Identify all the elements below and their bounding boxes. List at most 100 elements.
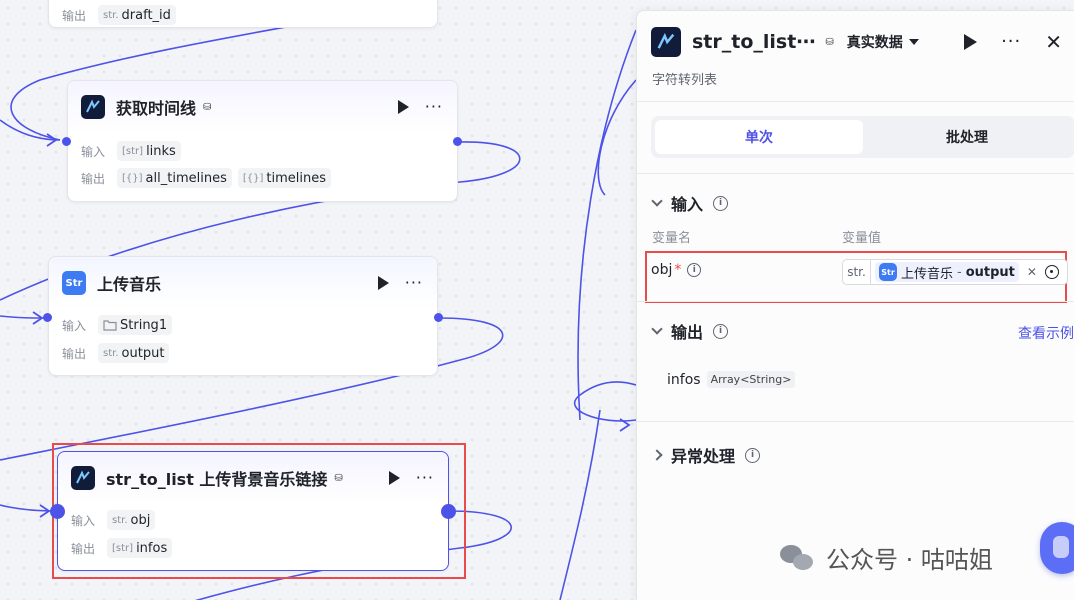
error-handling-section-header[interactable]: 异常处理 i	[651, 443, 761, 467]
info-icon[interactable]: i	[687, 263, 702, 277]
input-variable-row: obj * i str. Str 上传音乐 - output ✕	[651, 259, 1074, 285]
output-section-title: 输出	[671, 323, 704, 342]
input-section-title: 输入	[671, 195, 704, 214]
array-object-type-icon: [{}]	[242, 172, 264, 184]
ref-separator: -	[957, 264, 962, 280]
info-icon[interactable]: i	[713, 323, 729, 339]
tab-batch[interactable]: 批处理	[863, 120, 1071, 154]
required-mark: *	[674, 262, 682, 278]
panel-header: str_to_list⋯ ⛁ 真实数据 ··· ✕	[651, 27, 1062, 57]
run-node-button[interactable]	[397, 100, 409, 114]
floating-assistant-button[interactable]	[1040, 522, 1074, 574]
column-var-name: 变量名	[652, 231, 692, 246]
divider	[637, 101, 1074, 102]
wechat-icon	[780, 543, 816, 573]
node-get-timeline[interactable]: 获取时间线 ⛁ ··· 输入 [str] links 输出 [{}] all_t…	[67, 80, 458, 202]
output-label: 输出	[81, 171, 106, 186]
node-header: str_to_list 上传背景音乐链接 ⛁ ···	[58, 452, 448, 504]
output-label: 输出	[62, 8, 87, 23]
output-section-header[interactable]: 输出 i	[651, 319, 729, 343]
more-options-icon[interactable]: ···	[416, 470, 434, 486]
watermark-text: 公众号 · 咕咕姐	[826, 546, 993, 574]
input-port[interactable]	[62, 137, 71, 146]
str-type-icon: str.	[843, 260, 871, 284]
node-header: Str 上传音乐 ···	[49, 257, 437, 309]
input-label: 输入	[62, 318, 87, 333]
target-picker-icon[interactable]	[1044, 265, 1059, 279]
plugin-logo-icon	[81, 95, 105, 119]
input-label: 输入	[71, 513, 96, 528]
data-mode-dropdown[interactable]: 真实数据	[847, 32, 919, 52]
output-value: infos	[136, 540, 168, 556]
node-title: str_to_list 上传背景音乐链接	[106, 470, 328, 489]
error-section-title: 异常处理	[671, 447, 736, 466]
variable-reference-tag[interactable]: Str 上传音乐 - output	[875, 262, 1019, 282]
run-button[interactable]	[964, 34, 978, 50]
panel-title: str_to_list⋯	[692, 31, 816, 53]
more-options-icon[interactable]: ···	[405, 275, 423, 291]
caret-down-icon	[908, 39, 919, 45]
array-str-type-icon: [str]	[112, 542, 134, 554]
array-object-type-icon: [{}]	[122, 172, 143, 184]
run-mode-tabs: 单次 批处理	[651, 116, 1074, 158]
output-port[interactable]	[434, 313, 443, 322]
str-type-icon: str.	[103, 9, 119, 21]
output-label: 输出	[71, 541, 96, 556]
more-options-icon[interactable]: ···	[425, 99, 443, 115]
node-header: 获取时间线 ⛁ ···	[68, 81, 457, 133]
info-icon[interactable]: i	[745, 447, 761, 463]
input-value: String1	[120, 317, 168, 333]
view-example-link[interactable]: 查看示例	[1018, 323, 1074, 343]
variable-name-text: obj	[651, 262, 673, 278]
output-value: draft_id	[121, 7, 171, 23]
str-plugin-icon: Str	[62, 271, 86, 295]
variable-name: obj * i	[651, 262, 702, 278]
plugin-logo-icon	[71, 466, 95, 490]
input-section-header[interactable]: 输入 i	[651, 191, 729, 215]
chevron-right-icon	[651, 449, 663, 461]
node-title: 上传音乐	[97, 275, 162, 294]
input-value: obj	[130, 512, 151, 528]
array-str-type-icon: [str]	[122, 145, 144, 157]
output-chip: [{}] timelines	[237, 168, 331, 188]
run-node-button[interactable]	[377, 276, 389, 290]
output-variable-row: infos Array<String>	[667, 371, 796, 388]
clear-reference-icon[interactable]: ✕	[1027, 265, 1037, 279]
input-label: 输入	[81, 144, 106, 159]
output-port[interactable]	[441, 504, 456, 519]
output-port[interactable]	[453, 137, 462, 146]
input-port[interactable]	[43, 313, 52, 322]
output-chip: [str] infos	[107, 538, 173, 558]
divider	[637, 421, 1074, 422]
plugin-store-icon: ⛁	[825, 36, 834, 48]
ref-node-name: 上传音乐	[901, 266, 954, 282]
output-chip: str. output	[98, 343, 170, 363]
info-icon[interactable]: i	[713, 195, 729, 211]
input-chip: String1	[98, 315, 173, 335]
run-node-button[interactable]	[388, 471, 400, 485]
output-chip: [{}] all_timelines	[117, 168, 232, 188]
input-chip: [str] links	[117, 141, 181, 161]
output-chip: str. draft_id	[98, 5, 176, 25]
input-port[interactable]	[50, 504, 65, 519]
node-upload-music[interactable]: Str 上传音乐 ··· 输入 String1 输出 str. output	[48, 256, 438, 376]
input-chip: str. obj	[107, 510, 156, 530]
node-title: 获取时间线	[116, 99, 197, 118]
close-icon[interactable]: ✕	[1045, 32, 1062, 52]
input-value: links	[146, 143, 176, 159]
column-var-value: 变量值	[842, 231, 882, 246]
output-name: infos	[667, 371, 701, 388]
output-value: all_timelines	[145, 170, 227, 186]
chevron-down-icon	[651, 195, 663, 207]
node-str-to-list[interactable]: str_to_list 上传背景音乐链接 ⛁ ··· 输入 str. obj 输…	[57, 451, 449, 571]
variable-reference-field[interactable]: str. Str 上传音乐 - output ✕	[842, 259, 1068, 285]
more-options-icon[interactable]: ···	[1001, 33, 1021, 51]
output-type-badge: Array<String>	[706, 371, 796, 388]
node-top-partial[interactable]: 输出 str. draft_id	[48, 0, 438, 28]
plugin-store-icon: ⛁	[203, 101, 212, 113]
chevron-down-icon	[651, 323, 663, 335]
tab-single[interactable]: 单次	[655, 120, 863, 154]
ref-field-name: output	[965, 264, 1015, 280]
output-value: output	[121, 345, 165, 361]
output-value: timelines	[266, 170, 326, 186]
